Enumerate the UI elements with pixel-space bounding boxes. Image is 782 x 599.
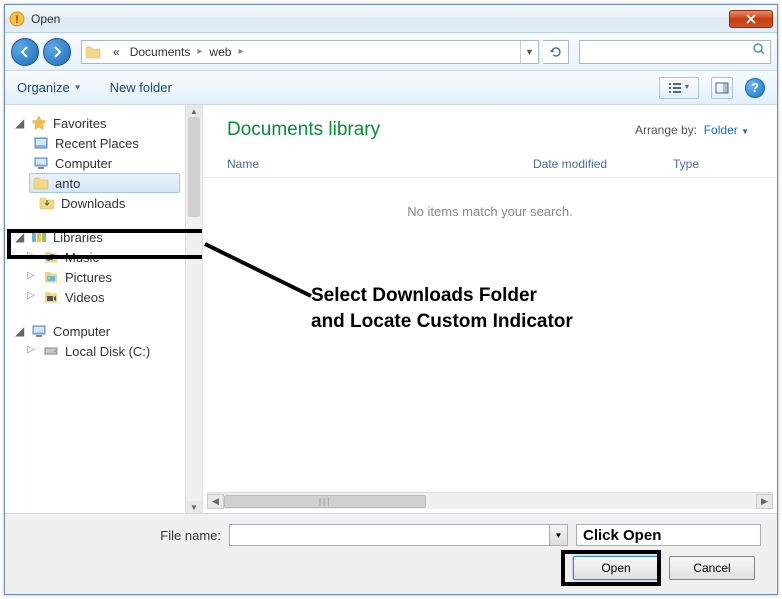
chevron-down-icon: ▼ <box>684 84 691 91</box>
sidebar-item-recent[interactable]: Recent Places <box>5 133 202 153</box>
dialog-body: ◢ Favorites Recent Places Computer anto <box>5 105 777 513</box>
close-button[interactable] <box>729 10 773 28</box>
expand-icon[interactable]: ▷ <box>27 290 35 301</box>
scroll-down-icon[interactable]: ▼ <box>186 501 202 513</box>
forward-button[interactable] <box>43 38 71 66</box>
chevron-down-icon: ▼ <box>74 83 82 92</box>
column-headers: Name Date modified Type <box>203 147 777 178</box>
libraries-label: Libraries <box>53 230 103 245</box>
scroll-right-icon[interactable]: ▶ <box>756 494 773 509</box>
dialog-footer: File name: ▼ Click Open Open Cancel <box>5 513 777 594</box>
chevron-right-icon: ▸ <box>195 46 204 57</box>
libraries-header[interactable]: ◢ Libraries <box>5 227 202 247</box>
computer-label: Computer <box>53 324 110 339</box>
favorites-label: Favorites <box>53 116 106 131</box>
filename-input[interactable] <box>229 524 550 546</box>
column-name[interactable]: Name <box>227 157 533 171</box>
expand-icon[interactable]: ▷ <box>27 344 35 355</box>
help-button[interactable]: ? <box>745 78 765 98</box>
breadcrumb: « Documents ▸ web ▸ <box>104 41 520 63</box>
file-list-panel: Documents library Arrange by: Folder ▼ N… <box>203 105 777 513</box>
search-input[interactable] <box>584 45 752 59</box>
expand-icon[interactable]: ▷ <box>27 270 35 281</box>
window-title: Open <box>31 12 729 26</box>
collapse-icon[interactable]: ◢ <box>15 116 25 130</box>
arrange-by: Arrange by: Folder ▼ <box>635 123 749 137</box>
sidebar-item-downloads[interactable]: Downloads <box>5 193 202 213</box>
refresh-button[interactable] <box>543 40 569 64</box>
app-icon: ! <box>9 11 25 27</box>
computer-header[interactable]: ◢ Computer <box>5 321 202 341</box>
scroll-up-icon[interactable]: ▲ <box>186 105 202 117</box>
sidebar-item-anto[interactable]: anto <box>29 173 180 193</box>
search-box[interactable] <box>579 40 771 64</box>
new-folder-button[interactable]: New folder <box>110 80 172 95</box>
collapse-icon[interactable]: ◢ <box>15 324 25 338</box>
filename-dropdown[interactable]: ▼ <box>550 524 568 546</box>
toolbar: Organize▼ New folder ▼ ? <box>5 71 777 105</box>
breadcrumb-web[interactable]: web <box>204 41 236 63</box>
column-date[interactable]: Date modified <box>533 157 673 171</box>
navigation-tree: ◢ Favorites Recent Places Computer anto <box>5 105 203 513</box>
organize-button[interactable]: Organize▼ <box>17 80 82 95</box>
svg-text:!: ! <box>15 14 19 26</box>
back-button[interactable] <box>11 38 39 66</box>
empty-message: No items match your search. <box>203 178 777 245</box>
horizontal-scrollbar[interactable]: ◀ ||| ▶ <box>207 492 773 509</box>
navigation-bar: « Documents ▸ web ▸ ▼ <box>5 33 777 71</box>
address-dropdown[interactable]: ▼ <box>520 41 538 63</box>
breadcrumb-prefix[interactable]: « <box>108 41 125 63</box>
open-dialog: ! Open « Documents ▸ web ▸ ▼ <box>4 4 778 595</box>
preview-pane-button[interactable] <box>711 77 733 99</box>
open-button[interactable]: Open <box>573 556 659 580</box>
arrange-by-link[interactable]: Folder ▼ <box>704 123 749 137</box>
search-icon <box>752 42 766 61</box>
folder-icon <box>82 44 104 60</box>
address-bar[interactable]: « Documents ▸ web ▸ ▼ <box>81 40 539 64</box>
scroll-left-icon[interactable]: ◀ <box>207 494 224 509</box>
filter-annotation-overlay: Click Open <box>576 524 761 546</box>
breadcrumb-documents[interactable]: Documents <box>125 41 196 63</box>
chevron-right-icon: ▸ <box>236 46 245 57</box>
column-type[interactable]: Type <box>673 157 753 171</box>
filename-label: File name: <box>21 528 221 543</box>
collapse-icon[interactable]: ◢ <box>15 230 25 244</box>
scroll-thumb[interactable]: ||| <box>224 495 426 508</box>
chevron-down-icon: ▼ <box>741 127 749 136</box>
cancel-button[interactable]: Cancel <box>669 556 755 580</box>
title-bar: ! Open <box>5 5 777 33</box>
scroll-thumb[interactable] <box>188 117 200 217</box>
sidebar-scrollbar[interactable]: ▲ ▼ <box>185 105 202 513</box>
sidebar-item-computer-fav[interactable]: Computer <box>5 153 202 173</box>
expand-icon[interactable]: ▷ <box>27 250 35 261</box>
view-options-button[interactable]: ▼ <box>659 77 699 99</box>
favorites-header[interactable]: ◢ Favorites <box>5 113 202 133</box>
